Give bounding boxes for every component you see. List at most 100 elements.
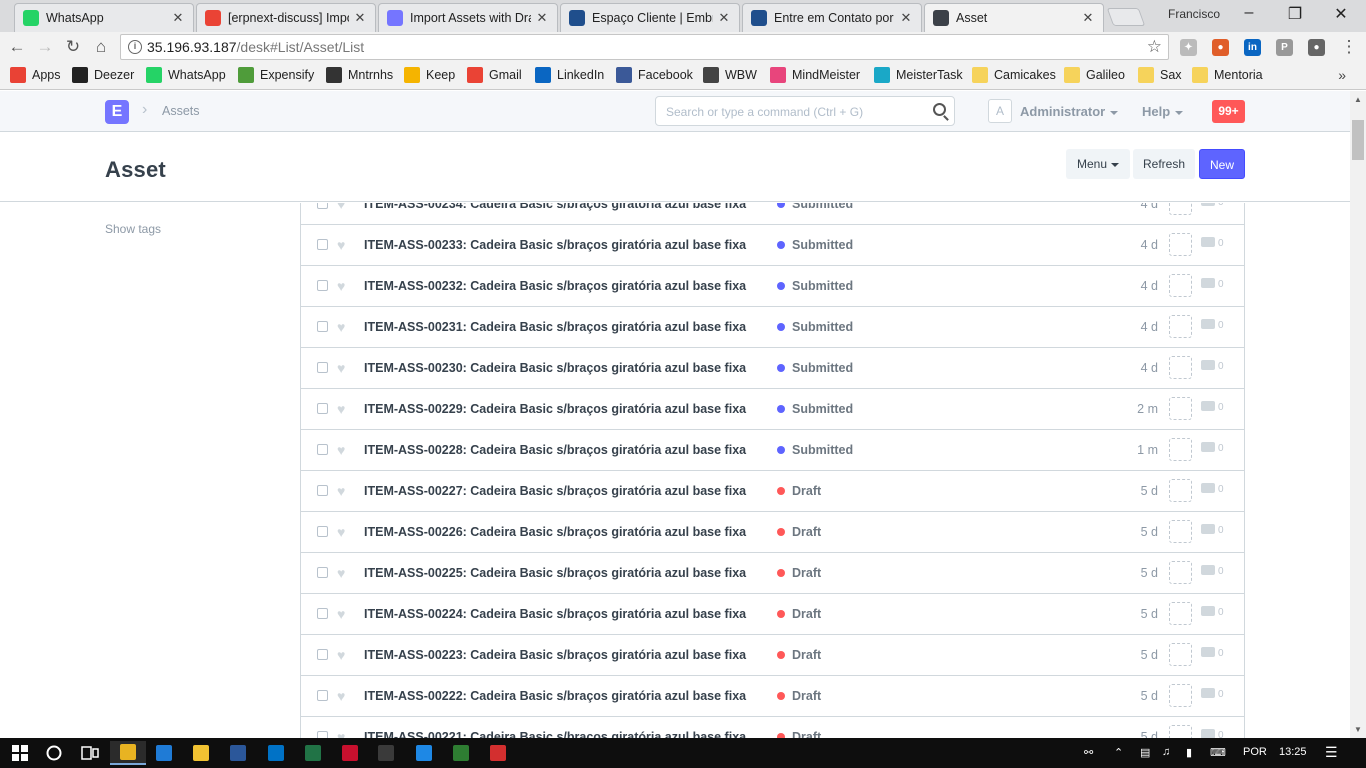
assigned-avatar[interactable]	[1169, 725, 1192, 738]
browser-tab[interactable]: Asset ✕	[924, 3, 1104, 32]
status-indicator[interactable]: Submitted	[777, 361, 853, 375]
bookmark-item[interactable]: Mntrnhs	[326, 67, 393, 83]
like-heart-icon[interactable]: ♥	[337, 401, 345, 417]
clock[interactable]: 13:25	[1279, 746, 1307, 758]
list-row[interactable]: ♥ ITEM-ASS-00228: Cadeira Basic s/braços …	[301, 430, 1244, 471]
comment-count[interactable]: 0	[1201, 606, 1224, 618]
row-checkbox[interactable]	[317, 567, 328, 578]
taskbar-app[interactable]	[332, 741, 368, 765]
row-title-link[interactable]: ITEM-ASS-00221: Cadeira Basic s/braços g…	[364, 730, 746, 738]
like-heart-icon[interactable]: ♥	[337, 729, 345, 738]
status-indicator[interactable]: Draft	[777, 566, 821, 580]
row-checkbox[interactable]	[317, 280, 328, 291]
show-tags-link[interactable]: Show tags	[105, 222, 161, 236]
like-heart-icon[interactable]: ♥	[337, 278, 345, 294]
people-icon[interactable]: ⚯	[1084, 746, 1093, 759]
browser-menu-icon[interactable]: ⋮	[1338, 36, 1360, 58]
close-tab-icon[interactable]: ✕	[535, 10, 549, 26]
comment-count[interactable]: 0	[1201, 729, 1224, 738]
bookmark-item[interactable]: Keep	[404, 67, 455, 83]
bookmark-item[interactable]: Facebook	[616, 67, 693, 83]
home-icon[interactable]: ⌂	[90, 36, 112, 58]
row-checkbox[interactable]	[317, 403, 328, 414]
browser-tab[interactable]: Entre em Contato por ✕	[742, 3, 922, 32]
network-icon[interactable]: ▤	[1140, 746, 1150, 759]
assigned-avatar[interactable]	[1169, 643, 1192, 666]
like-heart-icon[interactable]: ♥	[337, 319, 345, 335]
row-title-link[interactable]: ITEM-ASS-00234: Cadeira Basic s/braços g…	[364, 203, 746, 211]
status-indicator[interactable]: Draft	[777, 607, 821, 621]
status-indicator[interactable]: Submitted	[777, 238, 853, 252]
comment-count[interactable]: 0	[1201, 442, 1224, 454]
status-indicator[interactable]: Draft	[777, 525, 821, 539]
back-icon[interactable]: ←	[6, 36, 28, 58]
scrollbar-thumb[interactable]	[1352, 120, 1364, 160]
assigned-avatar[interactable]	[1169, 356, 1192, 379]
like-heart-icon[interactable]: ♥	[337, 483, 345, 499]
status-indicator[interactable]: Draft	[777, 730, 821, 738]
status-indicator[interactable]: Draft	[777, 648, 821, 662]
close-tab-icon[interactable]: ✕	[1081, 10, 1095, 26]
pdf-extension-icon[interactable]: P	[1276, 39, 1293, 56]
like-heart-icon[interactable]: ♥	[337, 524, 345, 540]
row-checkbox[interactable]	[317, 608, 328, 619]
list-row[interactable]: ♥ ITEM-ASS-00229: Cadeira Basic s/braços …	[301, 389, 1244, 430]
bookmark-item[interactable]: Sax	[1138, 67, 1182, 83]
row-title-link[interactable]: ITEM-ASS-00230: Cadeira Basic s/braços g…	[364, 361, 746, 375]
list-row[interactable]: ♥ ITEM-ASS-00232: Cadeira Basic s/braços …	[301, 266, 1244, 307]
user-menu[interactable]: Administrator	[1020, 104, 1119, 119]
like-heart-icon[interactable]: ♥	[337, 203, 345, 212]
list-row[interactable]: ♥ ITEM-ASS-00234: Cadeira Basic s/braços …	[301, 203, 1244, 225]
bookmark-item[interactable]: Expensify	[238, 67, 314, 83]
like-heart-icon[interactable]: ♥	[337, 442, 345, 458]
help-menu[interactable]: Help	[1142, 104, 1184, 119]
bookmark-item[interactable]: LinkedIn	[535, 67, 604, 83]
comment-count[interactable]: 0	[1201, 360, 1224, 372]
windows-start-icon[interactable]	[2, 741, 38, 765]
list-row[interactable]: ♥ ITEM-ASS-00227: Cadeira Basic s/braços …	[301, 471, 1244, 512]
new-tab-button[interactable]	[1106, 8, 1146, 26]
taskbar-app[interactable]	[220, 741, 256, 765]
browser-tab[interactable]: Espaço Cliente | Embra ✕	[560, 3, 740, 32]
taskbar-app[interactable]	[110, 741, 146, 765]
language-indicator[interactable]: POR	[1243, 746, 1267, 758]
assigned-avatar[interactable]	[1169, 274, 1192, 297]
row-checkbox[interactable]	[317, 649, 328, 660]
row-checkbox[interactable]	[317, 203, 328, 209]
assigned-avatar[interactable]	[1169, 479, 1192, 502]
row-checkbox[interactable]	[317, 239, 328, 250]
taskbar-app[interactable]	[295, 741, 331, 765]
like-heart-icon[interactable]: ♥	[337, 647, 345, 663]
browser-tab[interactable]: WhatsApp ✕	[14, 3, 194, 32]
row-checkbox[interactable]	[317, 526, 328, 537]
assigned-avatar[interactable]	[1169, 203, 1192, 215]
taskbar-app[interactable]	[406, 741, 442, 765]
breadcrumb[interactable]: Assets	[162, 104, 200, 118]
cortana-icon[interactable]	[36, 741, 72, 765]
new-button[interactable]: New	[1199, 149, 1245, 179]
more-bookmarks-icon[interactable]: »	[1338, 67, 1346, 83]
list-row[interactable]: ♥ ITEM-ASS-00231: Cadeira Basic s/braços …	[301, 307, 1244, 348]
close-tab-icon[interactable]: ✕	[353, 10, 367, 26]
assigned-avatar[interactable]	[1169, 315, 1192, 338]
assigned-avatar[interactable]	[1169, 684, 1192, 707]
comment-count[interactable]: 0	[1201, 565, 1224, 577]
list-row[interactable]: ♥ ITEM-ASS-00222: Cadeira Basic s/braços …	[301, 676, 1244, 717]
comment-count[interactable]: 0	[1201, 524, 1224, 536]
comment-count[interactable]: 0	[1201, 688, 1224, 700]
close-tab-icon[interactable]: ✕	[171, 10, 185, 26]
like-heart-icon[interactable]: ♥	[337, 688, 345, 704]
battery-icon[interactable]: ▮	[1186, 746, 1192, 759]
close-window-icon[interactable]: ✕	[1318, 4, 1364, 24]
list-row[interactable]: ♥ ITEM-ASS-00233: Cadeira Basic s/braços …	[301, 225, 1244, 266]
comment-count[interactable]: 0	[1201, 319, 1224, 331]
row-checkbox[interactable]	[317, 731, 328, 738]
list-row[interactable]: ♥ ITEM-ASS-00224: Cadeira Basic s/braços …	[301, 594, 1244, 635]
status-indicator[interactable]: Draft	[777, 484, 821, 498]
status-indicator[interactable]: Draft	[777, 689, 821, 703]
row-title-link[interactable]: ITEM-ASS-00233: Cadeira Basic s/braços g…	[364, 238, 746, 252]
row-checkbox[interactable]	[317, 362, 328, 373]
row-title-link[interactable]: ITEM-ASS-00229: Cadeira Basic s/braços g…	[364, 402, 746, 416]
taskbar-app[interactable]	[368, 741, 404, 765]
assigned-avatar[interactable]	[1169, 397, 1192, 420]
